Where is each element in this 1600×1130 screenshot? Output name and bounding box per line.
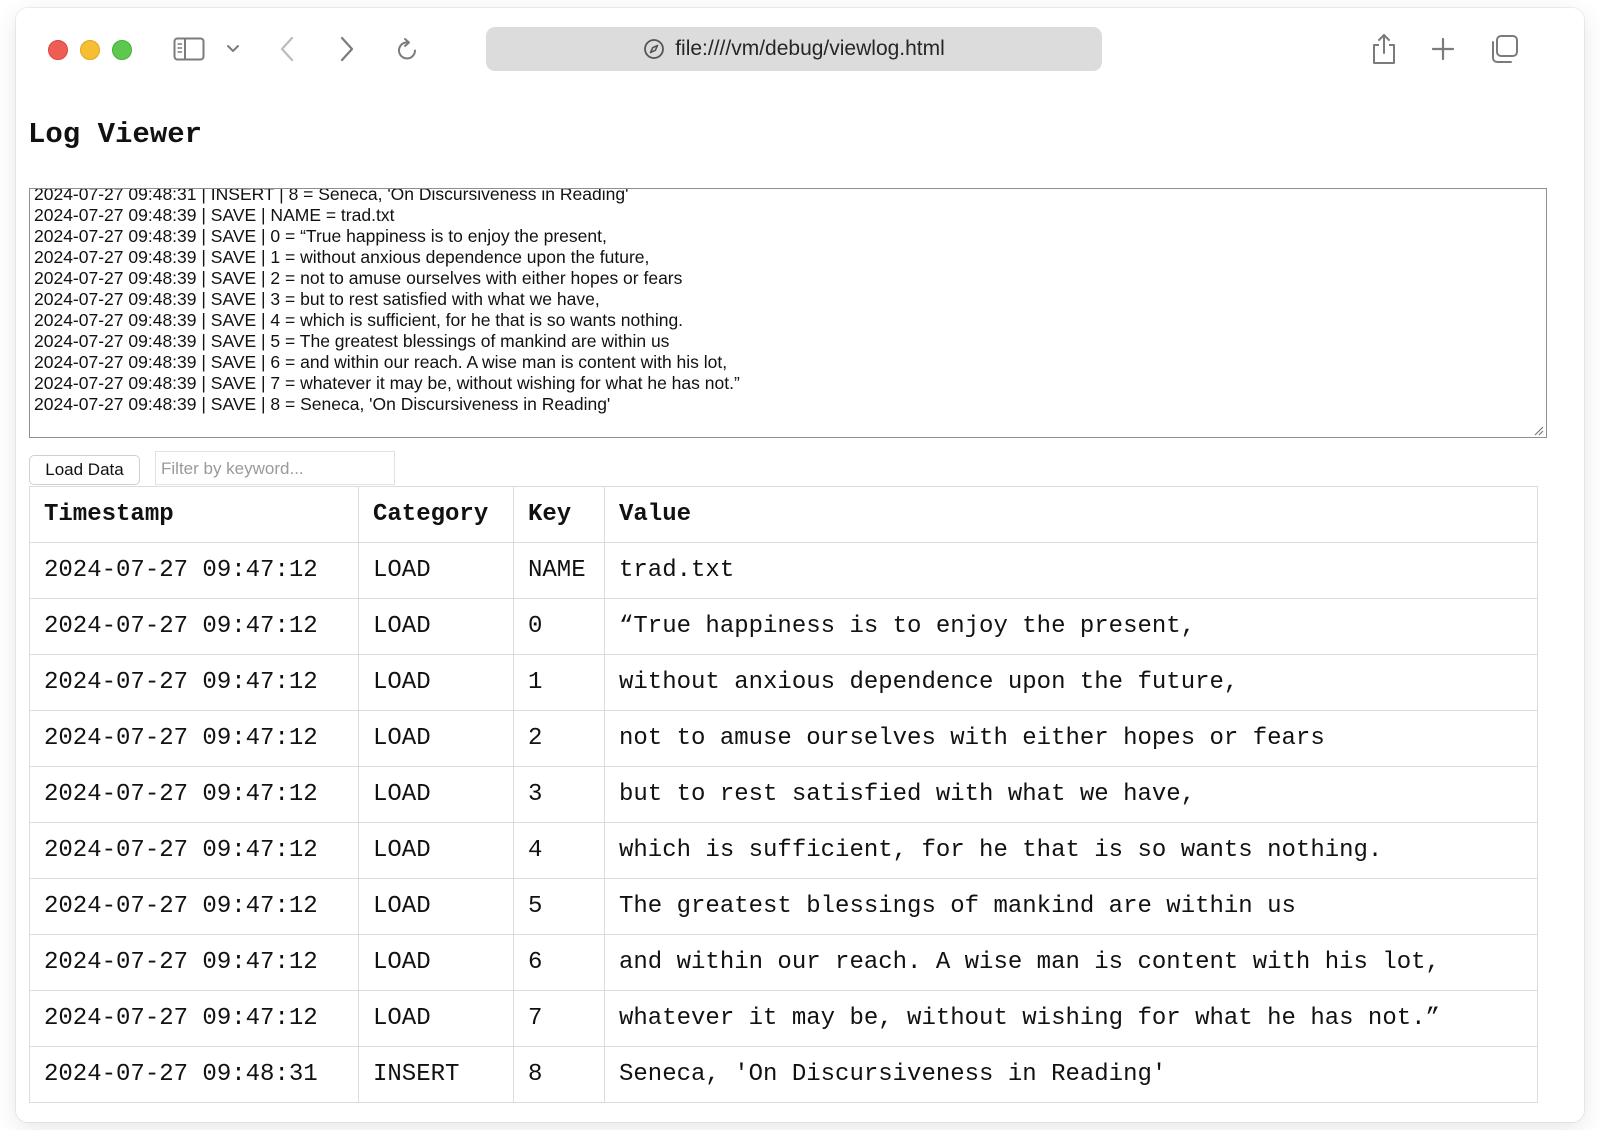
table-row[interactable]: 2024-07-27 09:47:12 LOAD 0 “True happine…	[29, 598, 1538, 655]
page-title: Log Viewer	[28, 118, 203, 151]
cell-key: 4	[513, 822, 605, 879]
cell-timestamp: 2024-07-27 09:48:31	[29, 1046, 359, 1103]
address-bar[interactable]: file:////vm/debug/viewlog.html	[486, 27, 1102, 71]
cell-timestamp: 2024-07-27 09:47:12	[29, 990, 359, 1047]
cell-category: LOAD	[358, 766, 514, 823]
zoom-window-button[interactable]	[112, 40, 132, 60]
log-lines: 2024-07-27 09:48:31 | INSERT | 8 = Senec…	[34, 188, 740, 415]
cell-value: whatever it may be, without wishing for …	[604, 990, 1538, 1047]
cell-key: 8	[513, 1046, 605, 1103]
cell-timestamp: 2024-07-27 09:47:12	[29, 878, 359, 935]
resize-grip-icon[interactable]	[1532, 423, 1544, 436]
cell-timestamp: 2024-07-27 09:47:12	[29, 598, 359, 655]
column-header-timestamp[interactable]: Timestamp	[29, 486, 359, 543]
log-line: 2024-07-27 09:48:39 | SAVE | 5 = The gre…	[34, 331, 670, 351]
log-textarea[interactable]: 2024-07-27 09:48:31 | INSERT | 8 = Senec…	[29, 188, 1547, 438]
table-row[interactable]: 2024-07-27 09:47:12 LOAD 3 but to rest s…	[29, 766, 1538, 823]
cell-key: NAME	[513, 542, 605, 599]
table-row[interactable]: 2024-07-27 09:47:12 LOAD 6 and within ou…	[29, 934, 1538, 991]
log-line: 2024-07-27 09:48:39 | SAVE | 8 = Seneca,…	[34, 394, 611, 414]
table-row[interactable]: 2024-07-27 09:47:12 LOAD NAME trad.txt	[29, 542, 1538, 599]
table-row[interactable]: 2024-07-27 09:47:12 LOAD 5 The greatest …	[29, 878, 1538, 935]
browser-toolbar: file:////vm/debug/viewlog.html	[16, 8, 1584, 92]
cell-value: “True happiness is to enjoy the present,	[604, 598, 1538, 655]
cell-value: not to amuse ourselves with either hopes…	[604, 710, 1538, 767]
log-line: 2024-07-27 09:48:39 | SAVE | 0 = “True h…	[34, 226, 607, 246]
cell-value: but to rest satisfied with what we have,	[604, 766, 1538, 823]
log-line: 2024-07-27 09:48:39 | SAVE | 6 = and wit…	[34, 352, 728, 372]
cell-value: without anxious dependence upon the futu…	[604, 654, 1538, 711]
forward-arrow-icon[interactable]	[336, 36, 358, 62]
table-row[interactable]: 2024-07-27 09:47:12 LOAD 2 not to amuse …	[29, 710, 1538, 767]
table-row[interactable]: 2024-07-27 09:48:31 INSERT 8 Seneca, 'On…	[29, 1046, 1538, 1103]
reload-icon[interactable]	[396, 36, 420, 62]
load-data-button[interactable]: Load Data	[29, 455, 140, 485]
minimize-window-button[interactable]	[80, 40, 100, 60]
page-content: Log Viewer 2024-07-27 09:48:31 | INSERT …	[16, 92, 1584, 1122]
cell-value: The greatest blessings of mankind are wi…	[604, 878, 1538, 935]
table-header-row: Timestamp Category Key Value	[29, 486, 1538, 543]
cell-key: 2	[513, 710, 605, 767]
cell-category: LOAD	[358, 542, 514, 599]
cell-category: LOAD	[358, 598, 514, 655]
cell-value: Seneca, 'On Discursiveness in Reading'	[604, 1046, 1538, 1103]
log-line: 2024-07-27 09:48:39 | SAVE | 1 = without…	[34, 247, 650, 267]
cell-key: 0	[513, 598, 605, 655]
filter-input[interactable]	[155, 451, 395, 485]
cell-timestamp: 2024-07-27 09:47:12	[29, 542, 359, 599]
tabs-overview-icon[interactable]	[1488, 34, 1520, 64]
log-line: 2024-07-27 09:48:39 | SAVE | 2 = not to …	[34, 268, 683, 288]
sidebar-icon[interactable]	[172, 36, 206, 62]
cell-key: 5	[513, 878, 605, 935]
cell-value: and within our reach. A wise man is cont…	[604, 934, 1538, 991]
cell-category: LOAD	[358, 710, 514, 767]
log-line: 2024-07-27 09:48:39 | SAVE | 3 = but to …	[34, 289, 600, 309]
cell-category: LOAD	[358, 822, 514, 879]
log-table: Timestamp Category Key Value 2024-07-27 …	[29, 486, 1538, 1103]
column-header-value[interactable]: Value	[604, 486, 1538, 543]
cell-timestamp: 2024-07-27 09:47:12	[29, 766, 359, 823]
cell-key: 7	[513, 990, 605, 1047]
cell-timestamp: 2024-07-27 09:47:12	[29, 934, 359, 991]
chevron-down-icon[interactable]	[225, 42, 241, 56]
column-header-category[interactable]: Category	[358, 486, 514, 543]
browser-window: file:////vm/debug/viewlog.html Log Viewe…	[16, 8, 1584, 1122]
cell-value: trad.txt	[604, 542, 1538, 599]
cell-value: which is sufficient, for he that is so w…	[604, 822, 1538, 879]
cell-key: 3	[513, 766, 605, 823]
share-icon[interactable]	[1370, 32, 1398, 66]
log-line: 2024-07-27 09:48:39 | SAVE | 4 = which i…	[34, 310, 684, 330]
cell-key: 6	[513, 934, 605, 991]
cell-category: LOAD	[358, 990, 514, 1047]
cell-category: LOAD	[358, 878, 514, 935]
back-arrow-icon[interactable]	[276, 36, 298, 62]
close-window-button[interactable]	[48, 40, 68, 60]
column-header-key[interactable]: Key	[513, 486, 605, 543]
cell-category: INSERT	[358, 1046, 514, 1103]
table-row[interactable]: 2024-07-27 09:47:12 LOAD 7 whatever it m…	[29, 990, 1538, 1047]
table-row[interactable]: 2024-07-27 09:47:12 LOAD 1 without anxio…	[29, 654, 1538, 711]
address-url: file:////vm/debug/viewlog.html	[675, 37, 945, 60]
table-row[interactable]: 2024-07-27 09:47:12 LOAD 4 which is suff…	[29, 822, 1538, 879]
log-line: 2024-07-27 09:48:31 | INSERT | 8 = Senec…	[34, 188, 629, 204]
plus-icon[interactable]	[1430, 36, 1456, 62]
cell-timestamp: 2024-07-27 09:47:12	[29, 822, 359, 879]
cell-category: LOAD	[358, 654, 514, 711]
log-line: 2024-07-27 09:48:39 | SAVE | NAME = trad…	[34, 205, 395, 225]
compass-icon	[643, 38, 665, 60]
cell-key: 1	[513, 654, 605, 711]
cell-category: LOAD	[358, 934, 514, 991]
log-line: 2024-07-27 09:48:39 | SAVE | 7 = whateve…	[34, 373, 740, 393]
cell-timestamp: 2024-07-27 09:47:12	[29, 710, 359, 767]
cell-timestamp: 2024-07-27 09:47:12	[29, 654, 359, 711]
